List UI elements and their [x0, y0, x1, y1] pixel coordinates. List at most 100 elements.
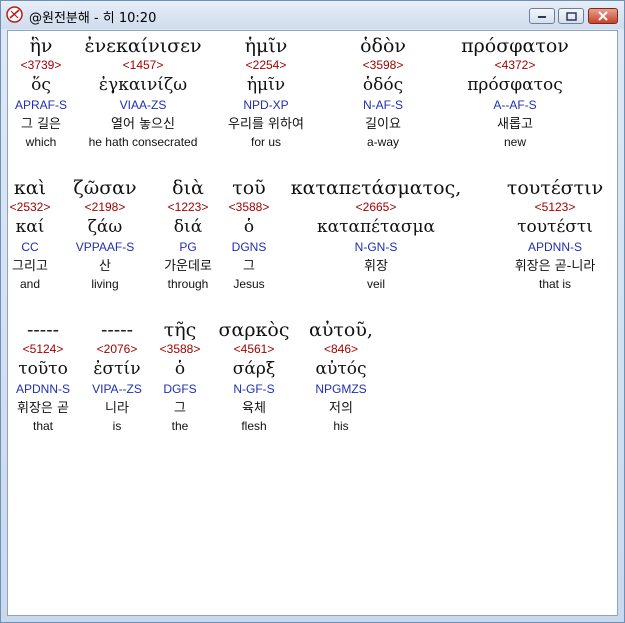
app-window: @원전분해 - 히 10:20 ἣν <3739> ὅς APRAF-S 그 길은 whi…: [0, 0, 625, 623]
english-gloss: a-way: [366, 135, 399, 149]
english-gloss: new: [503, 135, 526, 149]
parsing-code: DGFS: [163, 382, 197, 396]
strong-number: <3588>: [228, 200, 270, 214]
parsing-code: APRAF-S: [14, 98, 67, 112]
strong-number: <3598>: [362, 58, 404, 72]
strong-number: <4372>: [494, 58, 536, 72]
strong-number: <2254>: [245, 58, 287, 72]
close-button[interactable]: [588, 8, 618, 24]
korean-gloss: 니라: [105, 401, 129, 416]
lemma: σάρξ: [232, 359, 276, 379]
korean-gloss: 산: [99, 259, 111, 274]
lemma: αὐτός: [315, 359, 367, 379]
lemma: πρόσφατος: [467, 75, 563, 95]
english-gloss: flesh: [241, 419, 267, 433]
english-gloss: his: [333, 419, 349, 433]
parsing-code: N-GF-S: [233, 382, 275, 396]
english-gloss: which: [25, 135, 57, 149]
english-gloss: living: [91, 277, 119, 291]
lemma: ζάω: [87, 217, 123, 237]
lemma: ὁδός: [362, 75, 404, 95]
greek-word: τῆς: [163, 319, 197, 341]
korean-gloss: 우리를 위하여: [228, 117, 304, 132]
english-gloss: is: [112, 419, 122, 433]
korean-gloss: 열어 놓으신: [111, 117, 175, 132]
greek-word: ζῶσαν: [73, 177, 137, 199]
korean-gloss: 새롭고: [497, 117, 533, 132]
parsing-code: APDNN-S: [15, 382, 70, 396]
lemma: καί: [15, 217, 45, 237]
lemma: ὅς: [31, 75, 51, 95]
strong-number: <1223>: [167, 200, 209, 214]
english-gloss: the: [171, 419, 189, 433]
parsing-code: APDNN-S: [527, 240, 582, 254]
parsing-code: CC: [21, 240, 39, 254]
greek-word: πρόσφατον: [461, 35, 569, 57]
minimize-icon: [538, 16, 546, 18]
parsing-code: VIPA--ZS: [92, 382, 142, 396]
english-gloss: through: [167, 277, 209, 291]
lemma: ἐστίν: [93, 359, 141, 379]
parsing-code: NPGMZS: [315, 382, 367, 396]
strong-number: <2076>: [96, 342, 138, 356]
strong-number: <3739>: [20, 58, 62, 72]
greek-word: αὐτοῦ,: [309, 319, 373, 341]
strong-number: <2665>: [355, 200, 397, 214]
lemma: διά: [173, 217, 203, 237]
lemma: ὁ: [243, 217, 255, 237]
maximize-button[interactable]: [558, 8, 584, 24]
korean-gloss: 휘장: [364, 259, 388, 274]
parsing-code: VIAA-ZS: [119, 98, 167, 112]
korean-gloss: 그리고: [12, 259, 48, 274]
parsing-code: N-GN-S: [354, 240, 398, 254]
korean-gloss: 그: [243, 259, 255, 274]
greek-word: -----: [26, 319, 60, 341]
english-gloss: that is: [538, 277, 571, 291]
parsing-code: N-AF-S: [363, 98, 403, 112]
lemma: καταπέτασμα: [317, 217, 435, 237]
strong-number: <1457>: [122, 58, 164, 72]
greek-word: ἡμῖν: [244, 35, 288, 57]
parsing-code: PG: [179, 240, 197, 254]
window-title: @원전분해 - 히 10:20: [29, 11, 157, 26]
english-gloss: veil: [366, 277, 385, 291]
english-gloss: he hath consecrated: [88, 135, 198, 149]
lemma: ἡμῖν: [246, 75, 286, 95]
korean-gloss: 그: [174, 401, 186, 416]
lemma: τουτέστι: [517, 217, 593, 237]
greek-word: καταπετάσματος,: [290, 177, 462, 199]
app-icon: [6, 6, 23, 23]
greek-word: διὰ: [172, 177, 204, 199]
korean-gloss: 저의: [329, 401, 353, 416]
close-icon: [598, 11, 608, 21]
parsing-code: A--AF-S: [493, 98, 537, 112]
maximize-icon: [565, 11, 577, 21]
greek-word: καὶ: [13, 177, 47, 199]
strong-number: <2532>: [9, 200, 51, 214]
greek-word: σαρκὸς: [218, 319, 290, 341]
strong-number: <5123>: [534, 200, 576, 214]
title-bar[interactable]: @원전분해 - 히 10:20: [1, 1, 624, 29]
greek-word: ἣν: [29, 35, 53, 57]
strong-number: <4561>: [233, 342, 275, 356]
english-gloss: for us: [250, 135, 281, 149]
strong-number: <3588>: [159, 342, 201, 356]
strong-number: <5124>: [22, 342, 64, 356]
minimize-button[interactable]: [529, 8, 555, 24]
parsing-code: NPD-XP: [243, 98, 289, 112]
greek-word: ὁδὸν: [360, 35, 406, 57]
lemma: τοῦτο: [18, 359, 68, 379]
greek-word: τουτέστιν: [506, 177, 604, 199]
parsing-code: DGNS: [231, 240, 267, 254]
parsing-code: VPPAAF-S: [75, 240, 135, 254]
english-gloss: Jesus: [233, 277, 265, 291]
lemma: ἐγκαινίζω: [98, 75, 188, 95]
greek-word: ἐνεκαίνισεν: [84, 35, 202, 57]
strong-number: <846>: [323, 342, 359, 356]
english-gloss: that: [32, 419, 53, 433]
korean-gloss: 가운데로: [164, 259, 212, 274]
english-gloss: and: [19, 277, 41, 291]
korean-gloss: 휘장은 곧: [17, 401, 69, 416]
korean-gloss: 길이요: [365, 117, 401, 132]
analysis-panel: ἣν <3739> ὅς APRAF-S 그 길은 which ἐνεκαίνισεν <14…: [7, 30, 618, 616]
